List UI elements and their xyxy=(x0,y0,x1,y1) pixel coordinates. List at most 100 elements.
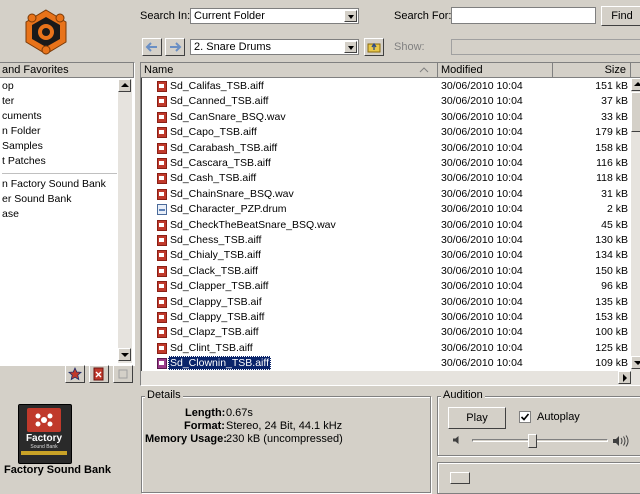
file-modified: 30/06/2010 10:04 xyxy=(441,187,523,200)
file-row[interactable]: Sd_Cash_TSB.aiff 30/06/2010 10:04 118 kB xyxy=(141,171,631,187)
sound-bank-badge: Factory Sound Bank xyxy=(18,404,72,464)
sidebar-item-patches[interactable]: t Patches xyxy=(2,155,46,167)
file-size: 45 kB xyxy=(601,218,628,231)
file-modified: 30/06/2010 10:04 xyxy=(441,172,523,185)
reason-logo-icon xyxy=(25,9,67,55)
file-row[interactable]: Sd_Clappy_TSB.aiff 30/06/2010 10:04 153 kB xyxy=(141,310,631,326)
file-row[interactable]: Sd_Clappy_TSB.aif 30/06/2010 10:04 135 kB xyxy=(141,295,631,311)
file-list-hscrollbar[interactable] xyxy=(141,371,640,385)
audio-file-icon xyxy=(157,158,167,169)
bottom-right-button[interactable] xyxy=(450,472,470,484)
find-button[interactable]: Find xyxy=(601,6,640,26)
audio-file-icon xyxy=(157,327,167,339)
sidebar-item-orkester-sound-bank[interactable]: er Sound Bank xyxy=(2,193,71,205)
volume-slider[interactable] xyxy=(472,434,608,448)
column-header-size[interactable]: Size xyxy=(553,63,631,78)
file-name: Sd_Cascara_TSB.aiff xyxy=(170,157,271,169)
sidebar-item-samples[interactable]: Samples xyxy=(2,140,43,152)
reason-logo xyxy=(22,8,70,56)
file-row[interactable]: Sd_Clapz_TSB.aiff 30/06/2010 10:04 100 kB xyxy=(141,325,631,341)
details-legend: Details xyxy=(145,389,183,401)
file-row-selected[interactable]: Sd_Clownin_TSB.aiff 30/06/2010 10:04 109 k… xyxy=(141,356,631,372)
file-rows: Sd_Califas_TSB.aiff 30/06/2010 10:04 151 k… xyxy=(141,79,631,371)
file-modified: 30/06/2010 10:04 xyxy=(441,295,523,308)
find-button-label: Find xyxy=(611,10,633,22)
add-favorite-button[interactable] xyxy=(65,365,85,383)
file-name: Sd_CheckTheBeatSnare_BSQ.wav xyxy=(170,218,336,231)
column-header-name[interactable]: Name xyxy=(141,63,438,78)
file-row[interactable]: Sd_Califas_TSB.aiff 30/06/2010 10:04 151 k… xyxy=(141,79,631,95)
file-size: 31 kB xyxy=(601,187,628,200)
file-name: Sd_Chess_TSB.aiff xyxy=(170,234,262,246)
column-header-modified[interactable]: Modified xyxy=(438,63,553,78)
file-list-vscrollbar[interactable] xyxy=(631,78,640,371)
sidebar-item-showcase[interactable]: ase xyxy=(2,208,19,220)
drum-patch-icon xyxy=(157,204,167,216)
search-for-input[interactable] xyxy=(451,7,596,24)
sidebar-item-computer[interactable]: ter xyxy=(2,95,14,107)
file-row[interactable]: Sd_Character_PZP.drum 30/06/2010 10:04 2 k… xyxy=(141,202,631,218)
disabled-action-button[interactable] xyxy=(113,365,133,383)
file-row[interactable]: Sd_Clack_TSB.aiff 30/06/2010 10:04 150 kB xyxy=(141,264,631,280)
search-in-label: Search In: xyxy=(140,10,191,22)
audio-file-icon xyxy=(157,96,167,108)
audio-file-icon xyxy=(157,312,167,323)
sidebar-item-desktop[interactable]: op xyxy=(2,80,14,92)
file-row[interactable]: Sd_Canned_TSB.aiff 30/06/2010 10:04 37 kB xyxy=(141,94,631,110)
star-icon xyxy=(68,367,82,381)
file-row[interactable]: Sd_Clint_TSB.aiff 30/06/2010 10:04 125 kB xyxy=(141,341,631,357)
file-size: 134 kB xyxy=(595,249,628,262)
play-button[interactable]: Play xyxy=(448,407,506,429)
file-row[interactable]: Sd_Chialy_TSB.aiff 30/06/2010 10:04 134 kB xyxy=(141,248,631,264)
scroll-up-button[interactable] xyxy=(118,79,131,92)
file-modified: 30/06/2010 10:04 xyxy=(441,218,523,231)
file-name: Sd_Character_PZP.drum xyxy=(170,203,287,216)
file-row[interactable]: Sd_Capo_TSB.aiff 30/06/2010 10:04 179 kB xyxy=(141,125,631,141)
file-modified: 30/06/2010 10:04 xyxy=(441,126,523,139)
sidebar-header: and Favorites xyxy=(0,63,134,78)
scroll-down-button[interactable] xyxy=(118,348,131,361)
volume-low-icon xyxy=(453,436,459,444)
audio-file-icon xyxy=(157,173,167,185)
autoplay-checkbox[interactable] xyxy=(519,411,531,423)
file-row[interactable]: Sd_Chess_TSB.aiff 30/06/2010 10:04 130 kB xyxy=(141,233,631,249)
scroll-thumb[interactable] xyxy=(631,92,640,132)
file-row[interactable]: Sd_Cascara_TSB.aiff 30/06/2010 10:04 116 k… xyxy=(141,156,631,172)
volume-slider-thumb[interactable] xyxy=(528,434,537,448)
scroll-down-button[interactable] xyxy=(631,356,640,369)
search-in-select[interactable]: Current Folder xyxy=(190,8,359,24)
sidebar-panel: and Favorites op ter cuments n Folder Sa… xyxy=(0,62,135,366)
up-folder-button[interactable] xyxy=(364,38,384,56)
bank-logo-text-2: Sound Bank xyxy=(30,444,58,450)
file-size: 116 kB xyxy=(596,157,628,169)
file-modified: 30/06/2010 10:04 xyxy=(441,203,523,216)
sidebar-item-factory-sound-bank[interactable]: n Factory Sound Bank xyxy=(2,178,106,190)
audio-file-icon xyxy=(157,81,167,92)
chevron-down-icon[interactable] xyxy=(344,41,357,53)
sidebar-item-reason-folder[interactable]: n Folder xyxy=(2,125,41,137)
forward-button[interactable] xyxy=(165,38,185,56)
file-row[interactable]: Sd_Clapper_TSB.aiff 30/06/2010 10:04 96 kB xyxy=(141,279,631,295)
folder-select[interactable]: 2. Snare Drums xyxy=(190,39,359,55)
file-modified: 30/06/2010 10:04 xyxy=(441,311,523,323)
memory-usage-label: Memory Usage: xyxy=(145,433,227,445)
scroll-right-button[interactable] xyxy=(618,371,631,384)
scroll-up-button[interactable] xyxy=(631,78,640,91)
show-select[interactable] xyxy=(451,39,640,55)
file-row[interactable]: Sd_CanSnare_BSQ.wav 30/06/2010 10:04 33 kB xyxy=(141,110,631,126)
file-row[interactable]: Sd_Carabash_TSB.aiff 30/06/2010 10:04 158 … xyxy=(141,141,631,157)
chevron-down-icon[interactable] xyxy=(344,10,357,22)
remove-favorite-button[interactable] xyxy=(89,365,109,383)
sidebar-scrollbar[interactable] xyxy=(118,79,132,363)
column-header-name-label: Name xyxy=(144,64,174,76)
length-value: 0.67s xyxy=(226,407,253,419)
file-row[interactable]: Sd_ChainSnare_BSQ.wav 30/06/2010 10:04 31 … xyxy=(141,187,631,203)
file-modified: 30/06/2010 10:04 xyxy=(441,95,523,108)
file-name: Sd_Clappy_TSB.aif xyxy=(170,295,262,308)
file-name: Sd_CanSnare_BSQ.wav xyxy=(170,110,286,123)
file-row[interactable]: Sd_CheckTheBeatSnare_BSQ.wav 30/06/2010 1… xyxy=(141,218,631,234)
file-size: 158 kB xyxy=(595,141,628,154)
back-button[interactable] xyxy=(142,38,162,56)
file-name: Sd_Clack_TSB.aiff xyxy=(170,264,258,277)
sidebar-item-documents[interactable]: cuments xyxy=(2,110,42,122)
